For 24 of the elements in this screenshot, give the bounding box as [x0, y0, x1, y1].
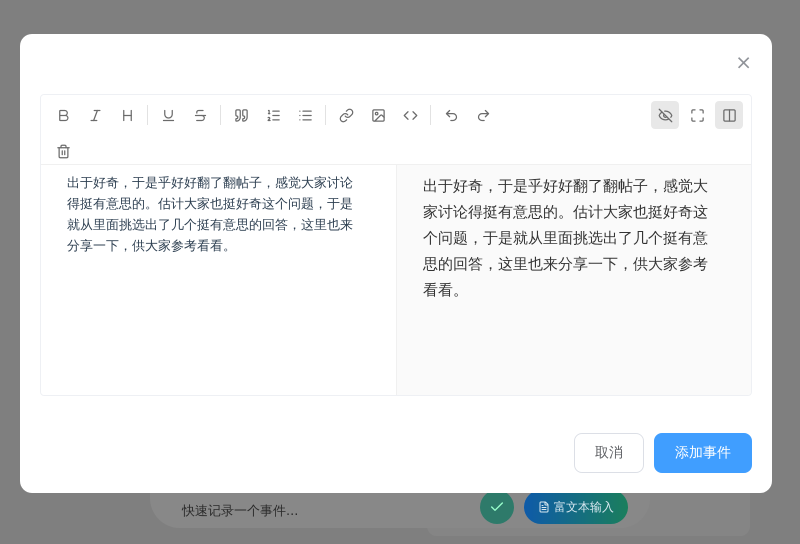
- close-button[interactable]: ×: [733, 52, 754, 72]
- quick-entry-placeholder: 快速记录一个事件...: [182, 503, 300, 521]
- link-icon: [338, 108, 354, 122]
- image-icon: [370, 108, 386, 122]
- preview-text: 出于好奇，于是乎好好翻了翻帖子，感觉大家讨论得挺有意思的。估计大家也挺好奇这个问题，于是就从里面挑选出了几个挺有意思的回答，这里也来分享一下，供大家参考看看。: [397, 165, 751, 395]
- preview-toggle[interactable]: [651, 101, 679, 129]
- underline-icon: [160, 108, 176, 122]
- confirm-button[interactable]: [480, 490, 514, 524]
- fullscreen-icon: [690, 108, 704, 122]
- split-view-toggle[interactable]: [715, 101, 743, 129]
- bullet-list-icon: [298, 108, 312, 122]
- rich-text-button[interactable]: 富文本输入: [524, 490, 628, 524]
- italic-icon: [88, 108, 102, 122]
- cancel-button[interactable]: 取消: [574, 433, 644, 473]
- numbered-list-icon: [266, 108, 280, 122]
- undo-icon: [444, 108, 458, 122]
- split-view-icon: [722, 108, 736, 122]
- document-icon: [538, 501, 550, 513]
- redo-icon: [476, 108, 490, 122]
- eye-off-icon: [658, 108, 672, 122]
- trash-icon: [56, 144, 70, 158]
- quote-icon: [234, 108, 248, 122]
- strikethrough-icon: [192, 108, 208, 122]
- add-event-button[interactable]: 添加事件: [654, 433, 752, 473]
